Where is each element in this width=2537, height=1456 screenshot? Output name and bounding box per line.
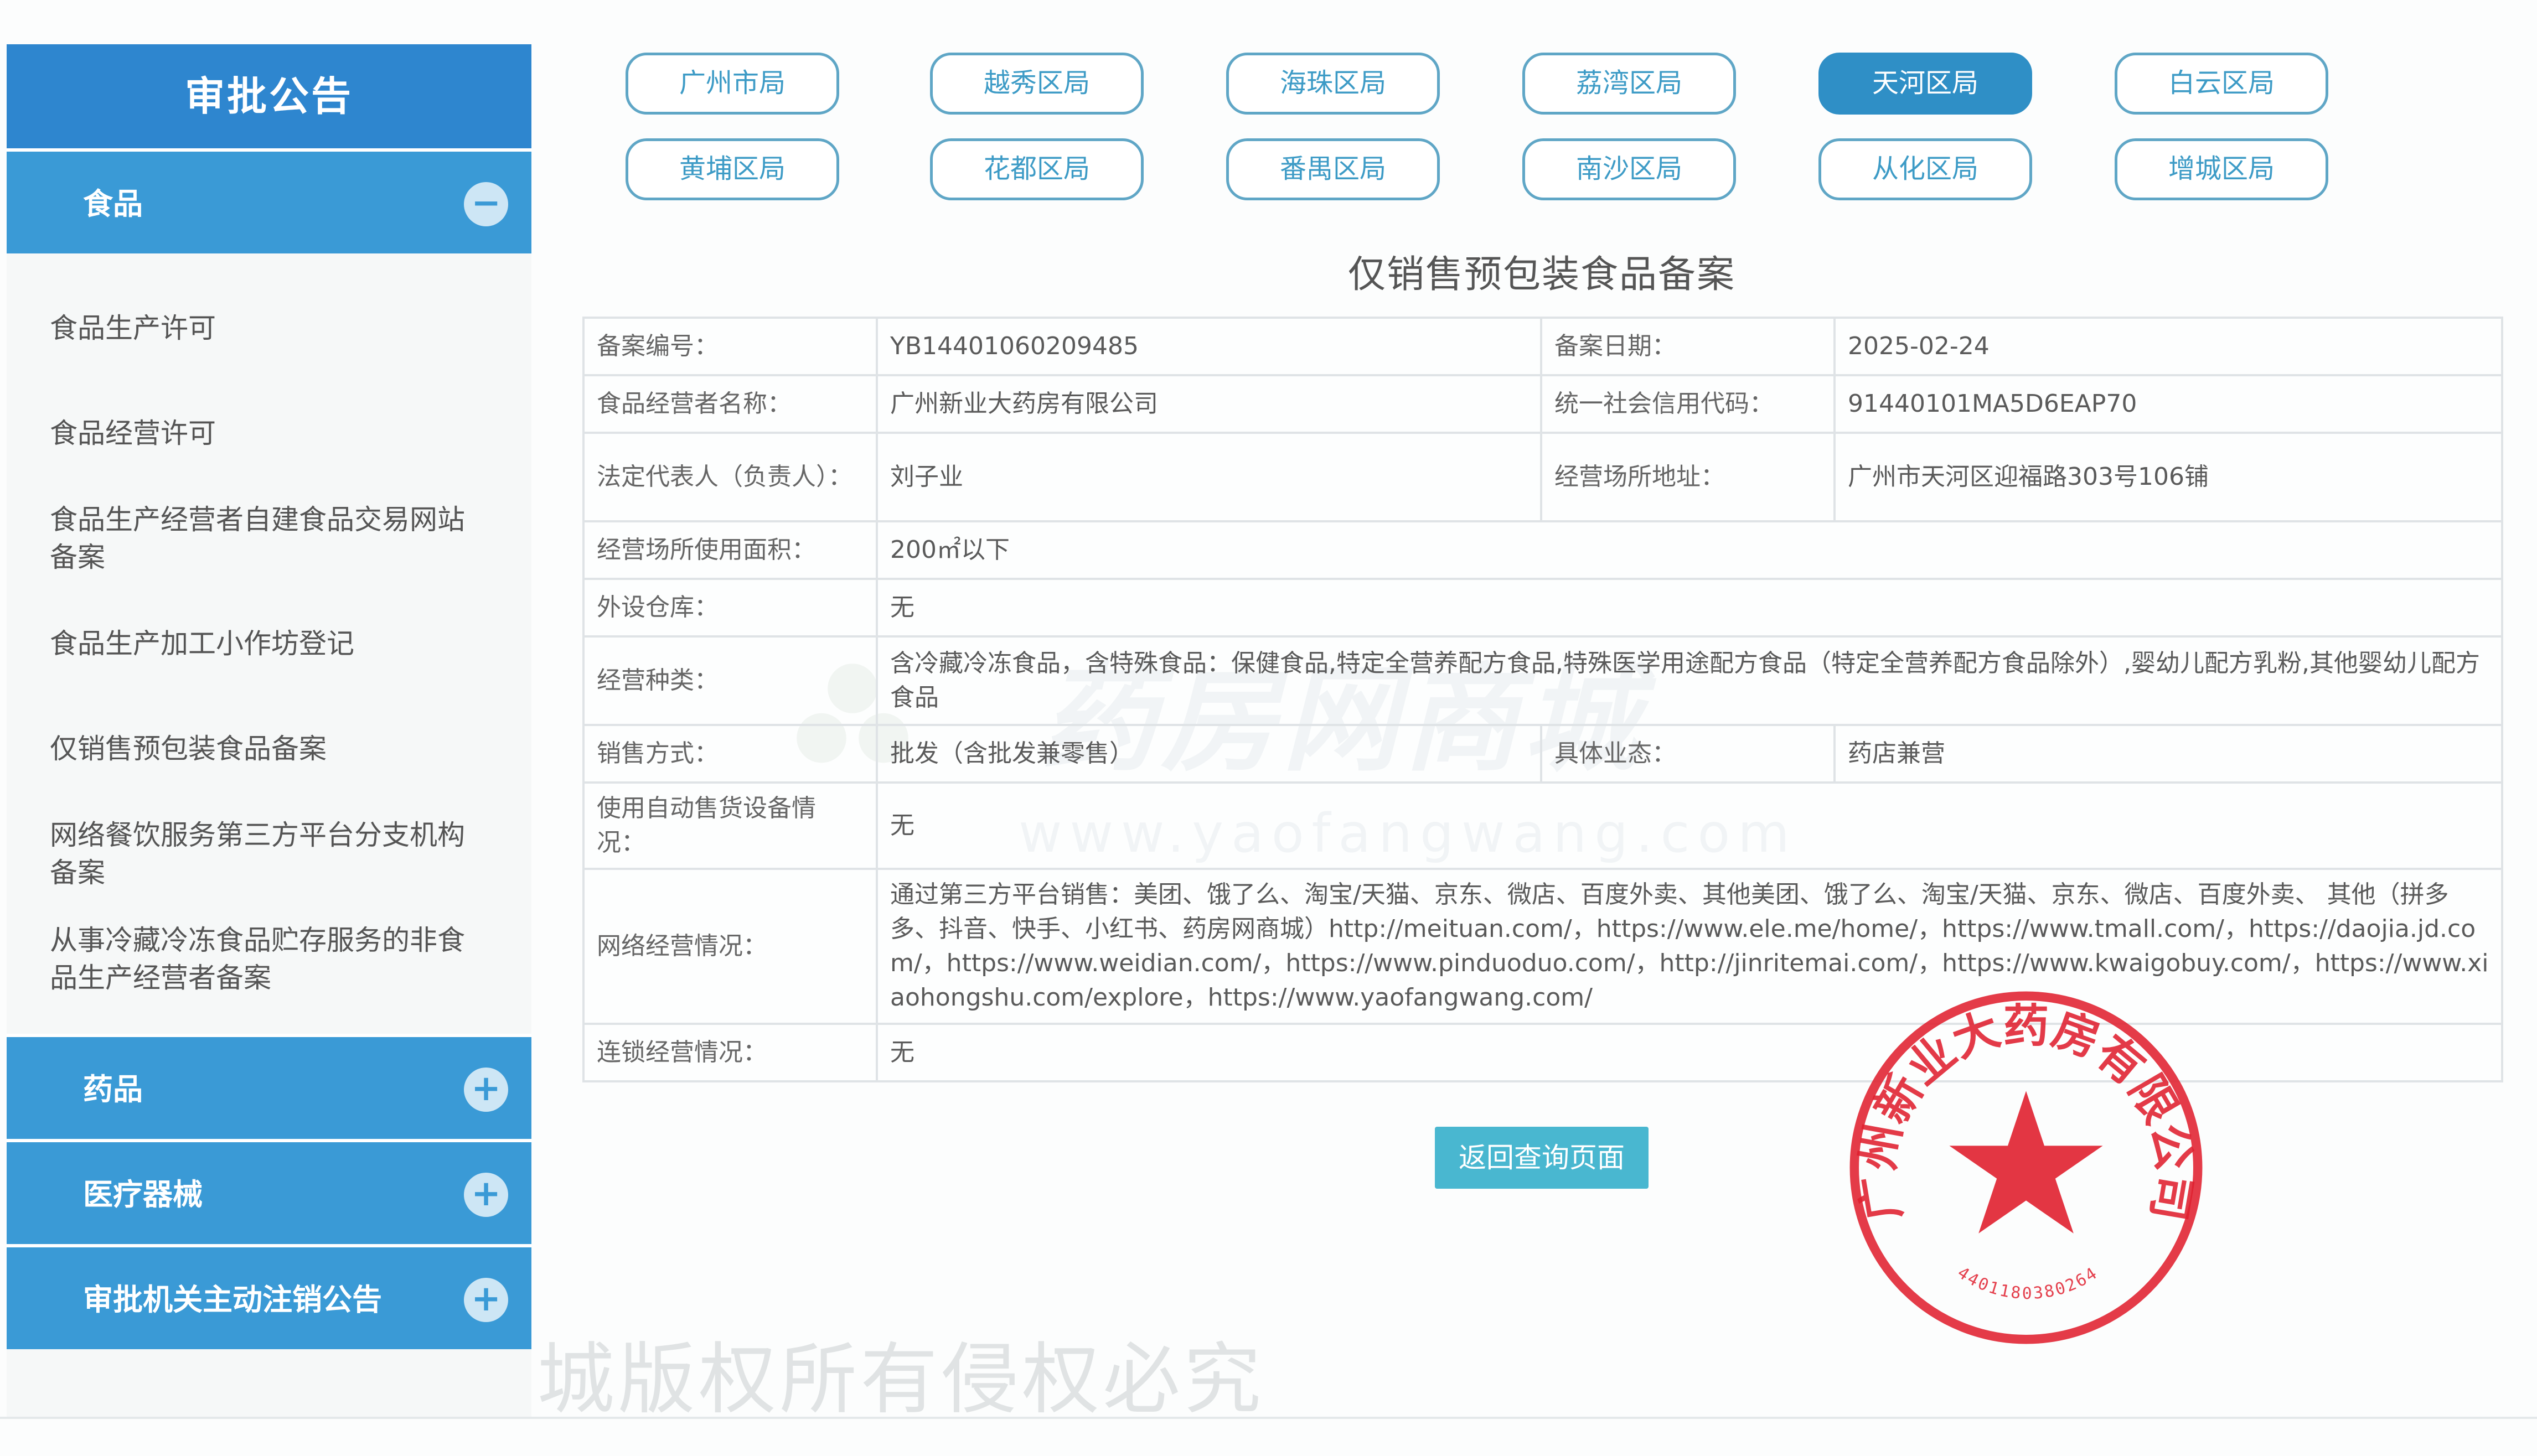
legal-rep-label: 法定代表人（负责人）： xyxy=(582,432,878,522)
filing-record-table: 备案编号： YB14401060209485 备案日期： 2025-02-24 … xyxy=(582,317,2503,1082)
seal-star-icon xyxy=(1949,1091,2103,1234)
copyright-watermark: 城版权所有侵权必究 xyxy=(537,1335,1265,1425)
sales-mode-label: 销售方式： xyxy=(582,724,878,784)
district-button-conghua[interactable]: 从化区局 xyxy=(1818,138,2032,200)
expand-icon[interactable]: + xyxy=(464,1278,508,1322)
sidebar-category-label: 药品 xyxy=(83,1072,143,1107)
district-button-haizhu[interactable]: 海珠区局 xyxy=(1226,53,1440,115)
chain-value: 无 xyxy=(876,1023,2503,1082)
seal-code: 4401180380264 xyxy=(1954,1263,2100,1303)
district-button-tianhe[interactable]: 天河区局 xyxy=(1818,53,2032,115)
expand-icon[interactable]: + xyxy=(464,1068,508,1112)
sidebar-category-cancellation-notice[interactable]: 审批机关主动注销公告 + xyxy=(7,1244,531,1349)
table-row: 经营种类： 含冷藏冷冻食品，含特殊食品：保健食品,特定全营养配方食品,特殊医学用… xyxy=(582,635,2503,726)
table-row: 使用自动售货设备情况： 无 xyxy=(582,781,2503,870)
sidebar: 审批公告 食品 − 食品生产许可 食品经营许可 食品生产经营者自建食品交易网站备… xyxy=(7,44,531,1417)
table-row: 经营场所使用面积： 200㎡以下 xyxy=(582,520,2503,580)
page-title: 仅销售预包装食品备案 xyxy=(1347,253,1735,297)
warehouse-label: 外设仓库： xyxy=(582,578,878,638)
sidebar-food-submenu: 食品生产许可 食品经营许可 食品生产经营者自建食品交易网站备案 食品生产加工小作… xyxy=(7,253,531,1034)
vending-label: 使用自动售货设备情况： xyxy=(582,781,878,870)
credit-code-label: 统一社会信用代码： xyxy=(1540,374,1836,434)
svg-text:4401180380264: 4401180380264 xyxy=(1954,1263,2102,1303)
table-row: 食品经营者名称： 广州新业大药房有限公司 统一社会信用代码： 91440101M… xyxy=(582,374,2503,434)
sidebar-category-food[interactable]: 食品 − xyxy=(7,148,531,253)
table-row: 网络经营情况： 通过第三方平台销售：美团、饿了么、淘宝/天猫、京东、微店、百度外… xyxy=(582,868,2503,1025)
operator-name-label: 食品经营者名称： xyxy=(582,374,878,434)
sidebar-item-online-catering-branch-filing[interactable]: 网络餐饮服务第三方平台分支机构备案 xyxy=(7,801,531,906)
sidebar-category-label: 医疗器械 xyxy=(83,1177,203,1212)
collapse-icon[interactable]: − xyxy=(464,182,508,226)
online-label: 网络经营情况： xyxy=(582,868,878,1025)
sidebar-item-cold-storage-filing[interactable]: 从事冷藏冷冻食品贮存服务的非食品生产经营者备案 xyxy=(7,906,531,1012)
filing-date-value: 2025-02-24 xyxy=(1833,317,2503,376)
district-button-huadu[interactable]: 花都区局 xyxy=(930,138,1144,200)
district-button-guangzhou[interactable]: 广州市局 xyxy=(626,53,839,115)
sidebar-category-label: 审批机关主动注销公告 xyxy=(83,1282,382,1317)
district-button-zengcheng[interactable]: 增城区局 xyxy=(2115,138,2328,200)
business-form-value: 药店兼营 xyxy=(1833,724,2503,784)
vending-value: 无 xyxy=(876,781,2503,870)
filing-date-label: 备案日期： xyxy=(1540,317,1836,376)
sidebar-category-drug[interactable]: 药品 + xyxy=(7,1034,531,1139)
sidebar-title: 审批公告 xyxy=(7,44,531,148)
area-value: 200㎡以下 xyxy=(876,520,2503,580)
table-row: 法定代表人（负责人）： 刘子业 经营场所地址： 广州市天河区迎福路303号106… xyxy=(582,432,2503,522)
chain-label: 连锁经营情况： xyxy=(582,1023,878,1082)
district-button-baiyun[interactable]: 白云区局 xyxy=(2115,53,2328,115)
filing-no-label: 备案编号： xyxy=(582,317,878,376)
district-button-nansha[interactable]: 南沙区局 xyxy=(1522,138,1736,200)
return-to-search-button[interactable]: 返回查询页面 xyxy=(1435,1127,1649,1189)
table-row: 备案编号： YB14401060209485 备案日期： 2025-02-24 xyxy=(582,317,2503,376)
sidebar-category-label: 食品 xyxy=(83,186,143,221)
sidebar-item-self-built-website-filing[interactable]: 食品生产经营者自建食品交易网站备案 xyxy=(7,486,531,591)
sidebar-item-small-workshop-registration[interactable]: 食品生产加工小作坊登记 xyxy=(7,591,531,696)
credit-code-value: 91440101MA5D6EAP70 xyxy=(1833,374,2503,434)
table-row: 连锁经营情况： 无 xyxy=(582,1023,2503,1082)
sidebar-item-food-business-license[interactable]: 食品经营许可 xyxy=(7,381,531,486)
district-button-yuexiu[interactable]: 越秀区局 xyxy=(930,53,1144,115)
operator-name-value: 广州新业大药房有限公司 xyxy=(876,374,1542,434)
category-label: 经营种类： xyxy=(582,635,878,726)
sidebar-item-prepackaged-food-filing[interactable]: 仅销售预包装食品备案 xyxy=(7,696,531,801)
sidebar-item-food-production-license[interactable]: 食品生产许可 xyxy=(7,276,531,381)
business-form-label: 具体业态： xyxy=(1540,724,1836,784)
table-row: 销售方式： 批发（含批发兼零售） 具体业态： 药店兼营 xyxy=(582,724,2503,784)
online-value: 通过第三方平台销售：美团、饿了么、淘宝/天猫、京东、微店、百度外卖、其他美团、饿… xyxy=(876,868,2503,1025)
sales-mode-value: 批发（含批发兼零售） xyxy=(876,724,1542,784)
company-seal-stamp: 广州新业大药房有限公司 4401180380264 xyxy=(1849,991,2203,1344)
filing-no-value: YB14401060209485 xyxy=(876,317,1542,376)
area-label: 经营场所使用面积： xyxy=(582,520,878,580)
address-value: 广州市天河区迎福路303号106铺 xyxy=(1833,432,2503,522)
page-root: 审批公告 食品 − 食品生产许可 食品经营许可 食品生产经营者自建食品交易网站备… xyxy=(0,0,2537,1456)
table-row: 外设仓库： 无 xyxy=(582,578,2503,638)
warehouse-value: 无 xyxy=(876,578,2503,638)
expand-icon[interactable]: + xyxy=(464,1173,508,1217)
district-button-huangpu[interactable]: 黄埔区局 xyxy=(626,138,839,200)
sidebar-category-medical-device[interactable]: 医疗器械 + xyxy=(7,1139,531,1244)
bottom-divider xyxy=(0,1417,2537,1419)
legal-rep-value: 刘子业 xyxy=(876,432,1542,522)
district-button-liwan[interactable]: 荔湾区局 xyxy=(1522,53,1736,115)
district-button-panyu[interactable]: 番禺区局 xyxy=(1226,138,1440,200)
address-label: 经营场所地址： xyxy=(1540,432,1836,522)
category-value: 含冷藏冷冻食品，含特殊食品：保健食品,特定全营养配方食品,特殊医学用途配方食品（… xyxy=(876,635,2503,726)
